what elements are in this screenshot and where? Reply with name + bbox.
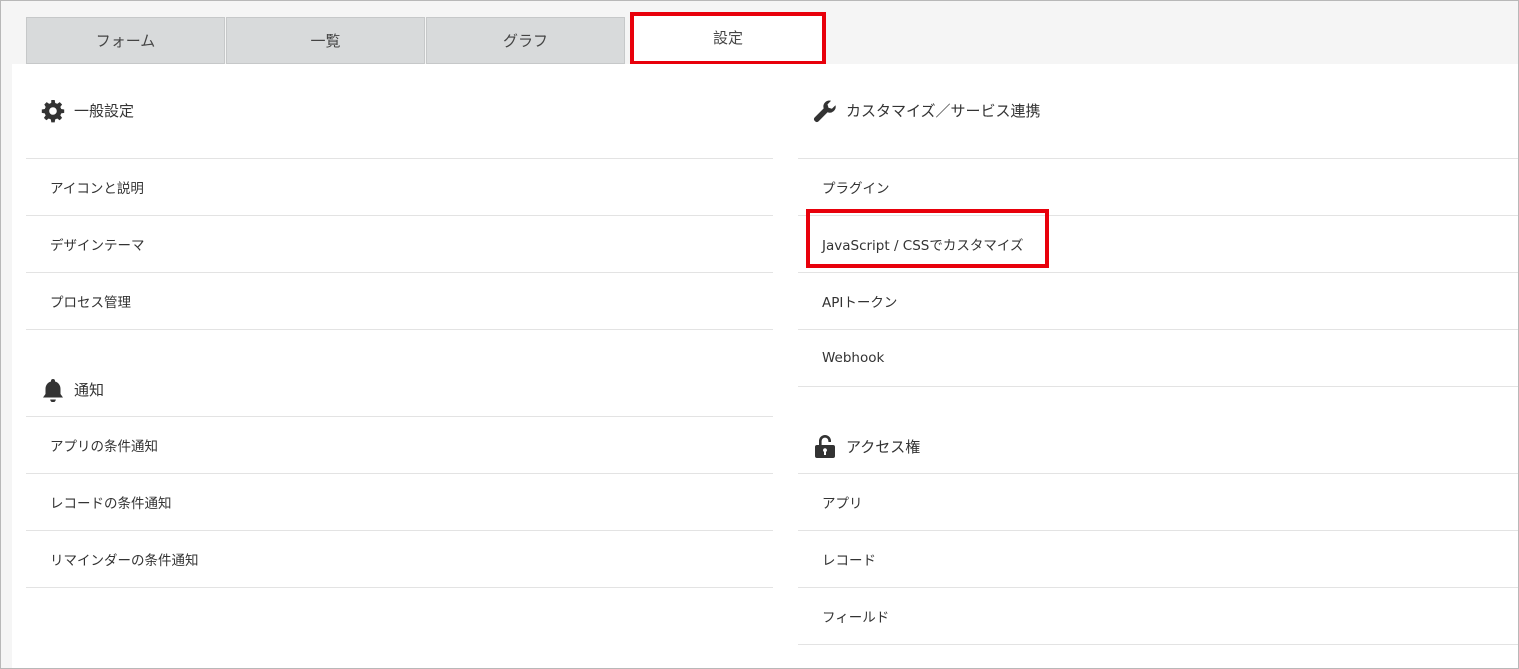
menu-item-record-permissions[interactable]: レコード bbox=[798, 531, 1518, 588]
section-general-settings: 一般設定 bbox=[26, 64, 773, 159]
section-title: 一般設定 bbox=[74, 101, 135, 120]
section-access-rights: アクセス権 bbox=[798, 387, 1518, 474]
right-column: カスタマイズ／サービス連携 プラグイン JavaScript / CSSでカスタ… bbox=[798, 64, 1518, 645]
menu-item-field-permissions[interactable]: フィールド bbox=[798, 588, 1518, 645]
menu-item-process-management[interactable]: プロセス管理 bbox=[26, 273, 773, 330]
section-title: 通知 bbox=[74, 380, 105, 399]
wrench-icon bbox=[812, 98, 838, 124]
settings-panel: 一般設定 アイコンと説明 デザインテーマ プロセス管理 通知 アプリの条件通知 … bbox=[12, 64, 1518, 668]
menu-item-js-css-customize[interactable]: JavaScript / CSSでカスタマイズ bbox=[798, 216, 1518, 273]
left-column: 一般設定 アイコンと説明 デザインテーマ プロセス管理 通知 アプリの条件通知 … bbox=[26, 64, 773, 588]
menu-item-reminder-notifications[interactable]: リマインダーの条件通知 bbox=[26, 531, 773, 588]
window-frame: フォーム 一覧 グラフ 設定 一般設定 アイコンと説明 デザインテーマ プロセス… bbox=[0, 0, 1519, 669]
section-title: アクセス権 bbox=[846, 437, 921, 456]
menu-item-design-theme[interactable]: デザインテーマ bbox=[26, 216, 773, 273]
menu-item-webhook[interactable]: Webhook bbox=[798, 330, 1518, 387]
gear-icon bbox=[40, 98, 66, 124]
tab-settings[interactable]: 設定 bbox=[630, 12, 826, 65]
section-customize-integration: カスタマイズ／サービス連携 bbox=[798, 64, 1518, 159]
menu-item-app-permissions[interactable]: アプリ bbox=[798, 474, 1518, 531]
bell-icon bbox=[40, 377, 66, 403]
menu-item-icon-and-description[interactable]: アイコンと説明 bbox=[26, 159, 773, 216]
menu-item-plugins[interactable]: プラグイン bbox=[798, 159, 1518, 216]
menu-item-record-notifications[interactable]: レコードの条件通知 bbox=[26, 474, 773, 531]
tab-form[interactable]: フォーム bbox=[26, 17, 225, 64]
menu-item-app-notifications[interactable]: アプリの条件通知 bbox=[26, 417, 773, 474]
tab-list[interactable]: 一覧 bbox=[226, 17, 425, 64]
menu-item-api-token[interactable]: APIトークン bbox=[798, 273, 1518, 330]
unlock-icon bbox=[812, 434, 838, 460]
section-title: カスタマイズ／サービス連携 bbox=[846, 101, 1041, 120]
tab-graph[interactable]: グラフ bbox=[426, 17, 625, 64]
section-notifications: 通知 bbox=[26, 330, 773, 417]
